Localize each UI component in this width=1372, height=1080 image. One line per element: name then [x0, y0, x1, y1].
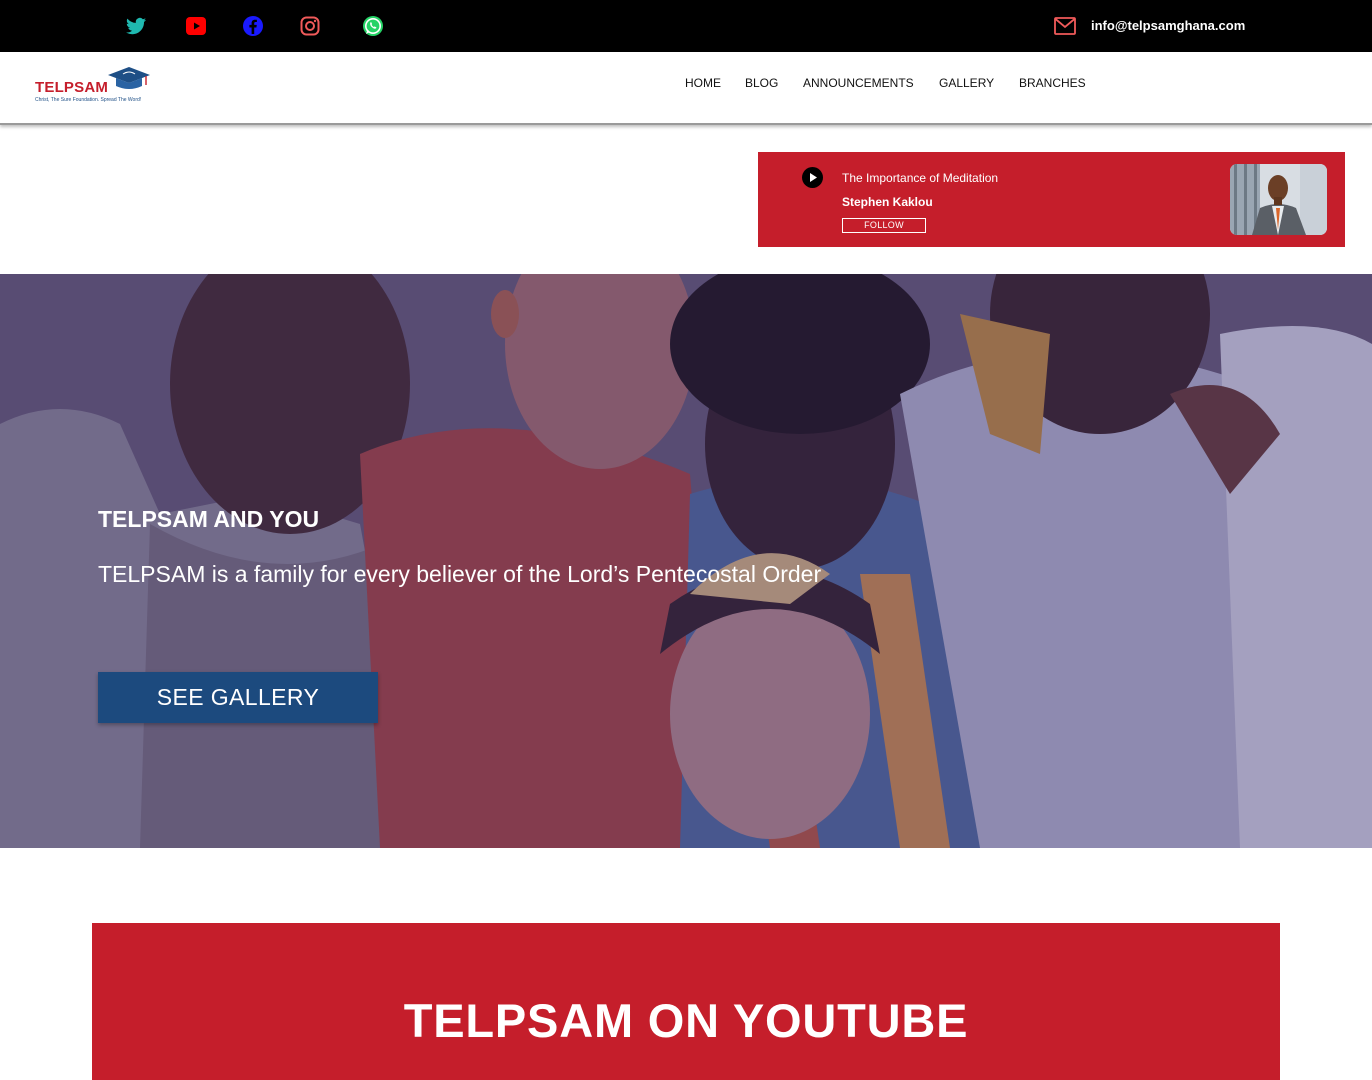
nav-home[interactable]: HOME	[685, 76, 721, 90]
whatsapp-icon[interactable]	[361, 14, 385, 38]
twitter-icon[interactable]	[124, 14, 148, 38]
sermon-title[interactable]: The Importance of Meditation	[842, 171, 998, 185]
play-icon[interactable]	[802, 167, 823, 188]
youtube-section-title: TELPSAM ON YOUTUBE	[403, 994, 969, 1047]
mail-icon[interactable]	[1054, 17, 1076, 35]
hero-heading: TELPSAM AND YOU	[98, 506, 320, 532]
follow-button[interactable]: FOLLOW	[842, 218, 926, 233]
email-link[interactable]: info@telpsamghana.com	[1091, 18, 1245, 33]
instagram-icon[interactable]	[298, 14, 322, 38]
sermon-author: Stephen Kaklou	[842, 195, 933, 209]
nav-announcements[interactable]: ANNOUNCEMENTS	[803, 76, 914, 90]
logo-text: TELPSAM	[35, 79, 109, 96]
nav-blog[interactable]: BLOG	[745, 76, 778, 90]
site-header: TELPSAM Christ, The Sure Foundation. Spr…	[0, 52, 1372, 125]
top-bar: info@telpsamghana.com	[0, 0, 1372, 52]
youtube-section: TELPSAM ON YOUTUBE	[92, 923, 1280, 1080]
graduation-cap-icon	[106, 66, 152, 92]
hero-subheading: TELPSAM is a family for every believer o…	[98, 561, 822, 587]
speaker-photo	[1230, 164, 1327, 235]
youtube-icon[interactable]	[184, 14, 208, 38]
hero-section: TELPSAM AND YOU TELPSAM is a family for …	[0, 274, 1372, 848]
see-gallery-button[interactable]: SEE GALLERY	[98, 672, 378, 723]
facebook-icon[interactable]	[241, 14, 265, 38]
nav-branches[interactable]: BRANCHES	[1019, 76, 1086, 90]
nav-gallery[interactable]: GALLERY	[939, 76, 994, 90]
logo-tagline: Christ, The Sure Foundation. Spread The …	[35, 97, 142, 103]
sermon-player: The Importance of Meditation Stephen Kak…	[758, 152, 1345, 247]
site-logo[interactable]: TELPSAM Christ, The Sure Foundation. Spr…	[34, 64, 154, 106]
